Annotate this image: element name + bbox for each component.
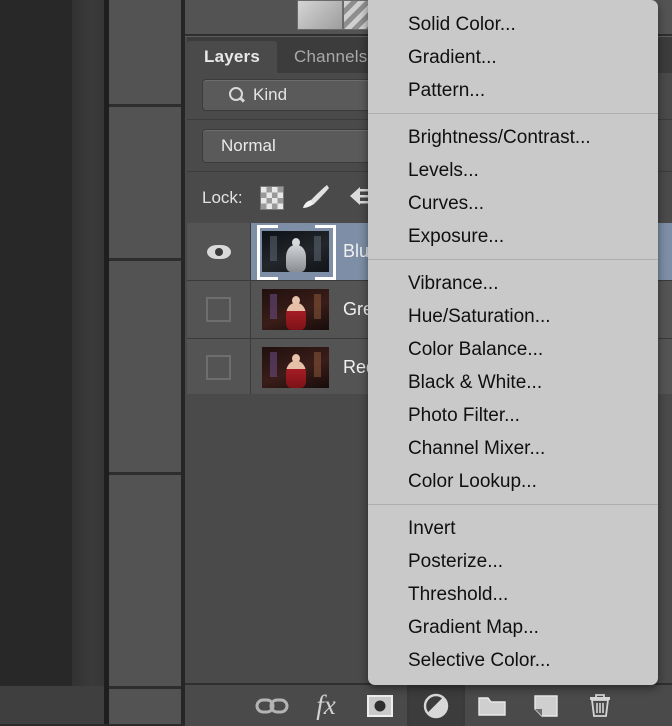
- dock-divider: [109, 472, 185, 475]
- lock-label: Lock:: [202, 188, 243, 207]
- menu-item-photo-filter[interactable]: Photo Filter...: [368, 399, 658, 432]
- dock-divider: [109, 686, 185, 689]
- dock-divider: [109, 104, 185, 107]
- menu-item-color-balance[interactable]: Color Balance...: [368, 333, 658, 366]
- menu-item-hue-saturation[interactable]: Hue/Saturation...: [368, 300, 658, 333]
- collapsed-panel-dock[interactable]: [109, 0, 185, 724]
- adjustment-layer-icon[interactable]: [409, 685, 463, 726]
- adjustment-layer-context-menu[interactable]: Solid Color... Gradient... Pattern... Br…: [368, 0, 658, 685]
- bottom-bar-spacer: [185, 685, 245, 726]
- tab-channels-label: Channels: [294, 47, 368, 66]
- menu-item-vibrance[interactable]: Vibrance...: [368, 267, 658, 300]
- eye-off-icon[interactable]: [206, 297, 231, 322]
- layer-visibility-cell[interactable]: [187, 281, 251, 338]
- brush-icon[interactable]: [301, 183, 331, 214]
- layer-visibility-cell[interactable]: [187, 339, 251, 396]
- menu-item-curves[interactable]: Curves...: [368, 187, 658, 220]
- menu-item-gradient[interactable]: Gradient...: [368, 41, 658, 74]
- new-layer-icon[interactable]: [519, 685, 573, 726]
- menu-item-black-and-white[interactable]: Black & White...: [368, 366, 658, 399]
- link-icon[interactable]: [245, 685, 299, 726]
- document-canvas[interactable]: [0, 0, 72, 686]
- menu-item-levels[interactable]: Levels...: [368, 154, 658, 187]
- blend-mode-value: Normal: [221, 136, 276, 155]
- menu-item-color-lookup[interactable]: Color Lookup...: [368, 465, 658, 498]
- tab-layers-label: Layers: [204, 47, 261, 66]
- menu-section-fill: Solid Color... Gradient... Pattern...: [368, 8, 658, 107]
- menu-separator: [368, 259, 658, 260]
- menu-section-tonal: Brightness/Contrast... Levels... Curves.…: [368, 121, 658, 253]
- dock-divider: [109, 258, 185, 261]
- layer-mask-icon[interactable]: [353, 685, 407, 726]
- canvas-status-strip: [0, 686, 104, 724]
- fx-icon[interactable]: fx: [299, 685, 353, 726]
- menu-item-invert[interactable]: Invert: [368, 512, 658, 545]
- eye-icon[interactable]: [206, 244, 231, 259]
- layers-panel-bottom-bar: fx: [185, 683, 672, 726]
- menu-item-channel-mixer[interactable]: Channel Mixer...: [368, 432, 658, 465]
- layer-thumbnail[interactable]: [257, 225, 336, 280]
- delete-layer-icon[interactable]: [573, 685, 627, 726]
- bottom-bar-group-left: fx: [245, 685, 407, 726]
- new-group-icon[interactable]: [465, 685, 519, 726]
- menu-item-pattern[interactable]: Pattern...: [368, 74, 658, 107]
- gradient-preset-swatch-1[interactable]: [297, 0, 343, 30]
- search-icon: [229, 87, 245, 103]
- layer-filter-kind-value: Kind: [253, 85, 288, 104]
- tab-layers[interactable]: Layers: [187, 41, 278, 73]
- menu-separator: [368, 504, 658, 505]
- bottom-bar-group-mid: [409, 685, 463, 726]
- canvas-edge-shadow: [72, 0, 104, 686]
- menu-separator: [368, 113, 658, 114]
- layer-thumbnail[interactable]: [262, 347, 329, 388]
- layer-visibility-cell[interactable]: [187, 223, 251, 280]
- menu-section-color: Vibrance... Hue/Saturation... Color Bala…: [368, 267, 658, 498]
- layer-thumbnail[interactable]: [262, 289, 329, 330]
- eye-off-icon[interactable]: [206, 355, 231, 380]
- menu-item-solid-color[interactable]: Solid Color...: [368, 8, 658, 41]
- menu-item-exposure[interactable]: Exposure...: [368, 220, 658, 253]
- menu-item-gradient-map[interactable]: Gradient Map...: [368, 611, 658, 644]
- bottom-bar-group-right: [465, 685, 627, 726]
- thumbnail-selection-frame: [257, 225, 336, 280]
- transparency-checker-icon[interactable]: [259, 186, 284, 210]
- menu-item-threshold[interactable]: Threshold...: [368, 578, 658, 611]
- menu-top-padding: [368, 0, 658, 8]
- menu-item-selective-color[interactable]: Selective Color...: [368, 644, 658, 677]
- menu-item-brightness-contrast[interactable]: Brightness/Contrast...: [368, 121, 658, 154]
- menu-section-special: Invert Posterize... Threshold... Gradien…: [368, 512, 658, 677]
- menu-item-posterize[interactable]: Posterize...: [368, 545, 658, 578]
